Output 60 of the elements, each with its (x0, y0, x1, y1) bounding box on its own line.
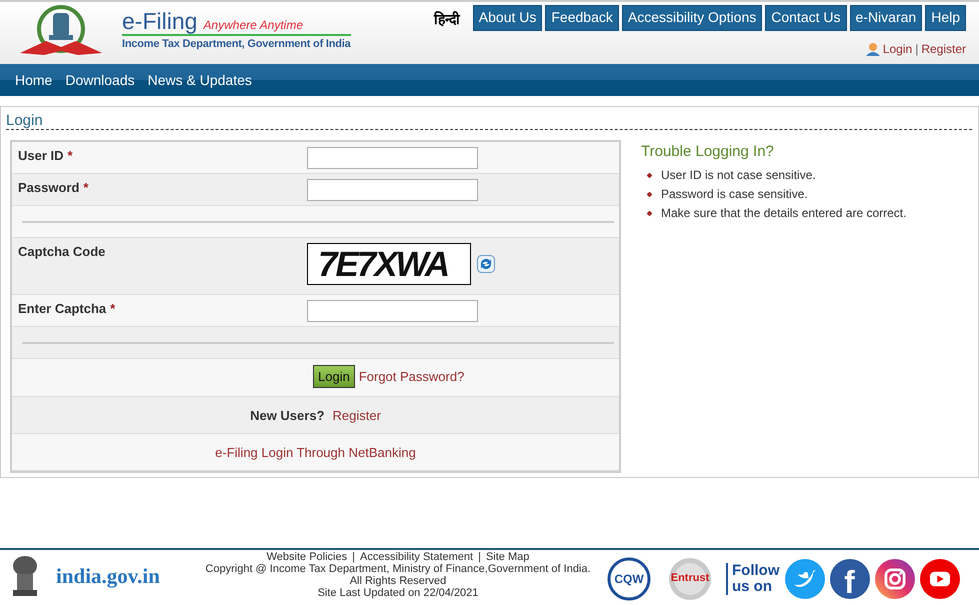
follow-text: us on (732, 579, 773, 595)
copyright-text: Copyright @ Income Tax Department, Ministry of Finance,Government of India. (204, 563, 592, 575)
separator: | (478, 551, 481, 563)
footer-link[interactable]: Website Policies (266, 551, 348, 563)
bullet-icon (647, 192, 652, 196)
bullet-icon (647, 210, 652, 216)
tagline: Anywhere Anytime (203, 18, 304, 32)
updated-text: Site Last Updated on 22/04/2021 (316, 587, 480, 599)
section-title: Login (6, 112, 972, 130)
badge-label: CQW (613, 572, 645, 586)
captcha-image: 7E7XWA (307, 243, 471, 285)
portal-name: india.gov.in (56, 564, 160, 588)
register-link[interactable]: Register (921, 42, 966, 56)
menu-tab[interactable]: Help (925, 5, 966, 31)
forgot-password-link[interactable]: Forgot Password? (358, 369, 464, 384)
follow-text: Follow (732, 563, 780, 579)
camera-icon[interactable] (874, 559, 914, 599)
register-link[interactable]: Register (332, 408, 381, 422)
required-mark: * (83, 180, 88, 195)
department-name: Income Tax Department, Government of India (122, 38, 351, 50)
input-field[interactable] (307, 300, 478, 322)
new-users-label: New Users? (250, 408, 324, 422)
help-title: Trouble Logging In? (641, 142, 775, 160)
play-icon[interactable] (920, 559, 960, 599)
menu-tab[interactable]: Feedback (545, 5, 619, 31)
field-label: Enter Captcha (18, 301, 106, 316)
user-icon (866, 42, 880, 56)
input-field[interactable] (307, 179, 478, 201)
required-mark: * (68, 148, 73, 163)
menu-tab[interactable]: Contact Us (765, 5, 846, 31)
menu-tab[interactable]: About Us (472, 5, 542, 31)
footer-link[interactable]: Accessibility Statement (360, 551, 474, 563)
nav-link[interactable]: Downloads (65, 72, 135, 88)
language-link[interactable]: हिन्दी (434, 8, 460, 28)
menu-tab[interactable]: e-Nivaran (850, 5, 922, 31)
footer-link[interactable]: Site Map (486, 551, 530, 563)
nav-link[interactable]: Home (15, 72, 52, 88)
field-label: Captcha Code (18, 244, 106, 259)
help-text: Make sure that the details entered are correct. (661, 206, 906, 220)
bullet-icon (647, 172, 652, 178)
login-button[interactable]: Login (313, 365, 355, 388)
menu-tab[interactable]: Accessibility Options (622, 5, 762, 31)
facebook-icon[interactable]: f (830, 559, 870, 599)
login-link[interactable]: Login (882, 42, 912, 56)
seal-icon (668, 557, 712, 601)
netbanking-link[interactable]: e-Filing Login Through NetBanking (215, 444, 416, 460)
refresh-icon (477, 255, 495, 273)
help-text: Password is case sensitive. (661, 187, 808, 201)
badge-label: Entrust (670, 572, 710, 584)
field-label: Password (18, 180, 80, 195)
badge-icon (607, 557, 651, 601)
nav-link[interactable]: News & Updates (148, 72, 252, 88)
rights-text: All Rights Reserved (348, 575, 448, 587)
field-label: User ID (18, 148, 64, 163)
required-mark: * (110, 301, 116, 316)
separator: | (915, 42, 918, 56)
help-text: User ID is not case sensitive. (661, 168, 816, 182)
input-field[interactable] (307, 147, 478, 169)
brand-name: e-Filing (122, 9, 198, 33)
separator: | (352, 551, 355, 563)
